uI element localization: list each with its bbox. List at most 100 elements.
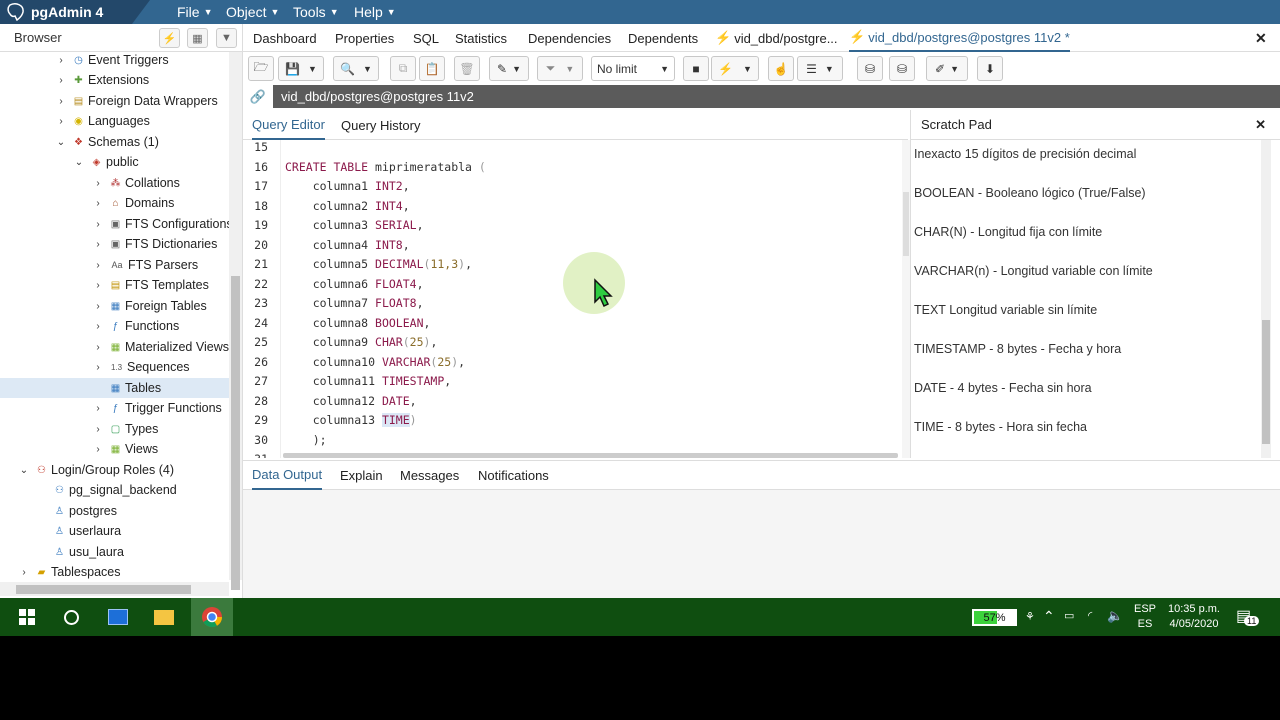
tree-node-fts-dictionaries[interactable]: › ▣ FTS Dictionaries <box>0 234 229 254</box>
chevron-right-icon[interactable]: › <box>93 178 103 189</box>
chrome-button[interactable] <box>191 598 233 636</box>
tab-query-history[interactable]: Query History <box>341 110 420 140</box>
tree-node-foreign-tables[interactable]: › ▦ Foreign Tables <box>0 296 229 316</box>
tab-data-output[interactable]: Data Output <box>252 461 323 490</box>
chevron-down-icon[interactable]: ⌄ <box>74 157 84 168</box>
tab-dependencies[interactable]: Dependencies <box>528 24 611 52</box>
tree-node-fts-configurations[interactable]: › ▣ FTS Configurations <box>0 214 229 234</box>
tree-node-trigger-functions[interactable]: › ƒ Trigger Functions <box>0 398 229 418</box>
chevron-right-icon[interactable]: › <box>93 444 103 455</box>
scratch-scroll-thumb[interactable] <box>1262 320 1270 444</box>
language-indicator[interactable]: ESP ES <box>1134 603 1156 630</box>
cancel-query-button[interactable]: ■ <box>683 56 709 81</box>
tree-node-tablespaces[interactable]: › ▰ Tablespaces <box>0 562 229 582</box>
menu-object[interactable]: Object ▼ <box>226 0 279 24</box>
start-button[interactable] <box>10 598 44 636</box>
chevron-right-icon[interactable]: › <box>56 116 66 127</box>
tree-node-sequences[interactable]: › 1.3 Sequences <box>0 357 229 377</box>
explain-options-button[interactable]: ☰ ▼ <box>797 56 843 81</box>
execute-button[interactable]: ⚡ ▼ <box>711 56 759 81</box>
tree-node-pg-signal-backend[interactable]: ⚇ pg_signal_backend <box>0 480 229 500</box>
copy-button[interactable]: ⧉ <box>390 56 416 81</box>
battery-indicator[interactable]: 57% <box>972 609 1017 626</box>
delete-button[interactable]: 🗑 <box>454 56 480 81</box>
tab-dashboard[interactable]: Dashboard <box>253 24 317 52</box>
menu-tools[interactable]: Tools ▼ <box>293 0 339 24</box>
tree-node-views[interactable]: › ▦ Views <box>0 439 229 459</box>
tree-node-extensions[interactable]: › ✚ Extensions <box>0 70 229 90</box>
mail-app-button[interactable] <box>101 598 135 636</box>
volume-icon[interactable]: 🔈 <box>1107 608 1123 624</box>
filter-button[interactable]: ▼ <box>216 28 237 48</box>
tree-node-fdw[interactable]: › ▤ Foreign Data Wrappers <box>0 91 229 111</box>
explain-button[interactable]: ☝ <box>768 56 794 81</box>
chevron-right-icon[interactable]: › <box>93 280 103 291</box>
tree-node-fts-templates[interactable]: › ▤ FTS Templates <box>0 275 229 295</box>
paste-button[interactable]: 📋 <box>419 56 445 81</box>
tab-properties[interactable]: Properties <box>335 24 394 52</box>
wifi-icon[interactable]: ◜ <box>1088 609 1092 622</box>
view-data-button[interactable]: ▦ <box>187 28 208 48</box>
chevron-right-icon[interactable]: › <box>56 75 66 86</box>
tab-notifications[interactable]: Notifications <box>478 461 549 490</box>
editor-scroll-thumb[interactable] <box>903 192 909 256</box>
row-limit-select[interactable]: No limit ▼ <box>591 56 675 81</box>
search-taskbar-button[interactable] <box>54 598 88 636</box>
tab-sql[interactable]: SQL <box>413 24 439 52</box>
link-icon[interactable]: 🔗 <box>243 85 273 108</box>
tree-node-userlaura[interactable]: ♙ userlaura <box>0 521 229 541</box>
clear-button[interactable]: ✐ ▼ <box>926 56 968 81</box>
chevron-down-icon[interactable]: ⌄ <box>19 465 29 476</box>
chevron-right-icon[interactable]: › <box>93 198 103 209</box>
tree-node-tables[interactable]: ▦ Tables <box>0 378 229 398</box>
chevron-right-icon[interactable]: › <box>93 342 103 353</box>
chevron-up-icon[interactable]: ⌃ <box>1043 608 1055 625</box>
tab-query-editor[interactable]: Query Editor <box>252 110 325 140</box>
chevron-down-icon[interactable]: ⌄ <box>56 137 66 148</box>
open-file-button[interactable]: 🗁 <box>248 56 274 81</box>
tree-node-types[interactable]: › ▢ Types <box>0 419 229 439</box>
menu-file[interactable]: File ▼ <box>177 0 212 24</box>
tree-node-domains[interactable]: › ⌂ Domains <box>0 193 229 213</box>
rollback-button[interactable]: ⛁ <box>889 56 915 81</box>
tree-node-languages[interactable]: › ◉ Languages <box>0 111 229 131</box>
chevron-right-icon[interactable]: › <box>93 239 103 250</box>
tree-node-schemas[interactable]: ⌄ ❖ Schemas (1) <box>0 132 229 152</box>
query-tool-button[interactable]: ⚡ <box>159 28 180 48</box>
edit-button[interactable]: ✎ ▼ <box>489 56 529 81</box>
close-icon[interactable]: ✕ <box>1255 117 1266 133</box>
chevron-right-icon[interactable]: › <box>56 55 66 66</box>
chevron-right-icon[interactable]: › <box>93 403 103 414</box>
browser-horizontal-scroll-thumb[interactable] <box>16 585 191 594</box>
notifications-button[interactable]: ▤ 11 <box>1236 606 1260 626</box>
editor-horizontal-scrollbar[interactable] <box>283 453 898 458</box>
tree-node-public[interactable]: ⌄ ◈ public <box>0 152 229 172</box>
connection-label[interactable]: vid_dbd/postgres@postgres 11v2 <box>281 89 474 104</box>
commit-button[interactable]: ⛁ <box>857 56 883 81</box>
tab-explain[interactable]: Explain <box>340 461 383 490</box>
chevron-right-icon[interactable]: › <box>19 567 29 578</box>
chevron-right-icon[interactable]: › <box>93 424 103 435</box>
tree-node-fts-parsers[interactable]: › Aa FTS Parsers <box>0 255 229 275</box>
scratch-pad-text[interactable]: Inexacto 15 dígitos de precisión decimal… <box>910 140 1260 458</box>
tab-query-tool-1[interactable]: ⚡ vid_dbd/postgre... <box>715 24 838 52</box>
clock[interactable]: 10:35 p.m. 4/05/2020 <box>1166 603 1222 630</box>
tab-query-tool-2[interactable]: ⚡ vid_dbd/postgres@postgres 11v2 * <box>849 24 1070 52</box>
save-file-button[interactable]: 💾 ▼ <box>278 56 324 81</box>
browser-vertical-scroll-thumb[interactable] <box>231 276 240 590</box>
file-explorer-button[interactable] <box>147 598 181 636</box>
power-icon[interactable]: ⚘ <box>1025 610 1035 623</box>
chevron-right-icon[interactable]: › <box>93 321 103 332</box>
filter-button[interactable]: ⏷ ▼ <box>537 56 583 81</box>
chevron-right-icon[interactable]: › <box>93 362 103 373</box>
chevron-right-icon[interactable]: › <box>56 96 66 107</box>
tree-node-usu-laura[interactable]: ♙ usu_laura <box>0 542 229 562</box>
menu-help[interactable]: Help ▼ <box>354 0 396 24</box>
close-tab-button[interactable]: ✕ <box>1255 24 1267 52</box>
tree-node-functions[interactable]: › ƒ Functions <box>0 316 229 336</box>
tab-statistics[interactable]: Statistics <box>455 24 507 52</box>
data-output-area[interactable] <box>243 490 1280 598</box>
battery-icon[interactable]: ▭ <box>1064 609 1074 622</box>
tree-node-materialized-views[interactable]: › ▦ Materialized Views <box>0 337 229 357</box>
tree-node-postgres[interactable]: ♙ postgres <box>0 501 229 521</box>
